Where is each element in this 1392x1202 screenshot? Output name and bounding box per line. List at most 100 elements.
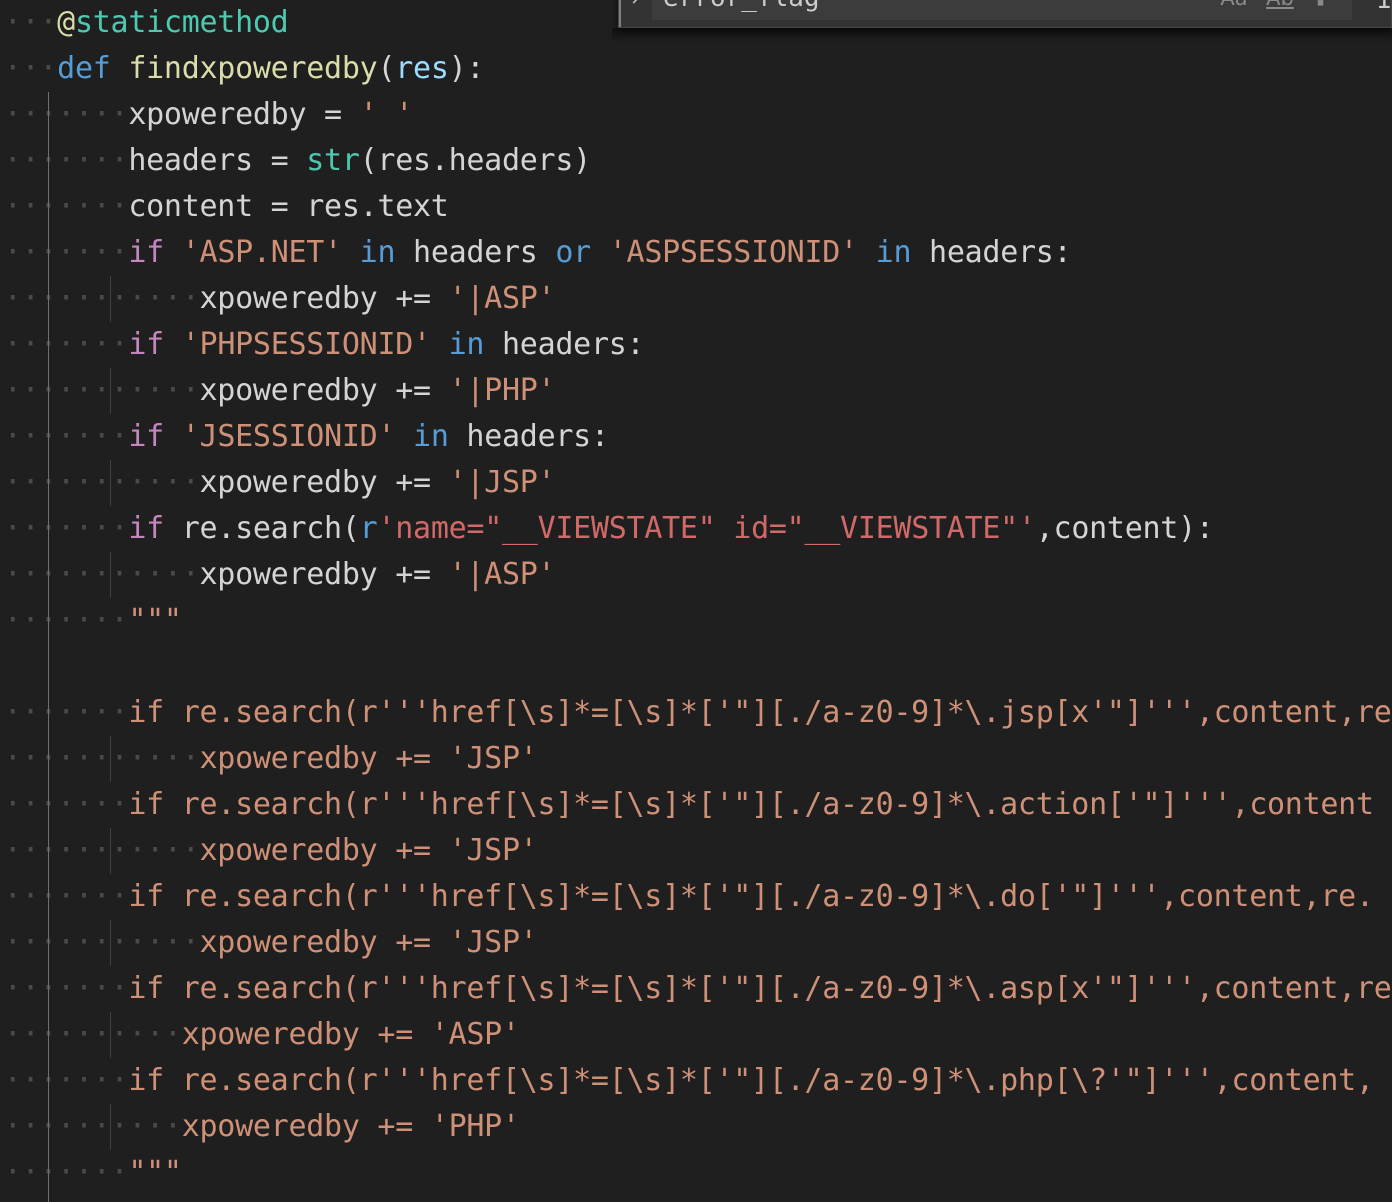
code-line[interactable]: ········if 'PHPSESSIONID' in headers: <box>0 322 1392 368</box>
code-token: str <box>306 143 360 178</box>
code-token: findxpoweredby <box>128 51 378 86</box>
whitespace-indicator: ············ <box>0 281 200 316</box>
whitespace-indicator: ········ <box>0 787 129 822</box>
code-line[interactable]: ········if re.search(r'''href[\s]*=[\s]*… <box>0 874 1392 920</box>
find-input-wrapper[interactable]: error_flag Aa Ab <box>652 0 1352 20</box>
code-token: '|PHP' <box>448 373 556 408</box>
code-token: xpoweredby += 'JSP' <box>199 741 538 776</box>
code-line[interactable]: ········if re.search(r'''href[\s]*=[\s]*… <box>0 690 1392 736</box>
code-token: 'PHPSESSIONID' <box>181 327 431 362</box>
whitespace-indicator: ············ <box>0 557 200 592</box>
whitespace-indicator: ········ <box>0 695 129 730</box>
code-token: 'name="__VIEWSTATE" id="__VIEWSTATE"' <box>377 511 1036 546</box>
code-token: if <box>128 235 164 270</box>
code-token: xpoweredby += <box>199 281 449 316</box>
code-token: headers: <box>911 235 1072 270</box>
whitespace-indicator: ········ <box>0 97 129 132</box>
code-token: ' ' <box>359 97 414 132</box>
code-line[interactable]: ········if re.search(r'''href[\s]*=[\s]*… <box>0 966 1392 1012</box>
code-line[interactable]: ········if re.search(r'''href[\s]*=[\s]*… <box>0 1058 1392 1104</box>
code-line[interactable]: ········""" <box>0 1150 1392 1196</box>
code-token: xpoweredby += 'JSP' <box>199 833 538 868</box>
code-line[interactable]: ············xpoweredby += '|JSP' <box>0 460 1392 506</box>
whitespace-indicator: ········ <box>0 189 129 224</box>
code-token: 'ASPSESSIONID' <box>608 235 858 270</box>
code-line[interactable]: ····def findxpoweredby(res): <box>0 46 1392 92</box>
whitespace-indicator: ········ <box>0 143 129 178</box>
code-token: headers: <box>484 327 645 362</box>
code-token: ): <box>448 51 485 86</box>
code-line[interactable]: ···········xpoweredby += 'PHP' <box>0 1104 1392 1150</box>
find-input[interactable]: error_flag <box>653 0 1217 13</box>
code-line[interactable]: ········headers = str(res.headers) <box>0 138 1392 184</box>
code-line[interactable]: ············xpoweredby += 'JSP' <box>0 920 1392 966</box>
code-line[interactable]: ············xpoweredby += 'JSP' <box>0 736 1392 782</box>
code-line[interactable]: ········if 'JSESSIONID' in headers: <box>0 414 1392 460</box>
whitespace-indicator: ········ <box>0 1063 129 1098</box>
use-regex-icon[interactable] <box>1309 0 1343 15</box>
code-line[interactable]: ········""" <box>0 598 1392 644</box>
whitespace-indicator: ··········· <box>0 1109 182 1144</box>
toggle-replace-chevron-right-icon[interactable] <box>623 0 649 28</box>
code-token: r <box>359 511 378 546</box>
code-token: or <box>555 235 591 270</box>
code-line[interactable] <box>0 1196 1392 1202</box>
code-line[interactable]: ········if re.search(r'''href[\s]*=[\s]*… <box>0 782 1392 828</box>
code-token: '|JSP' <box>448 465 556 500</box>
code-line[interactable]: ············xpoweredby += '|ASP' <box>0 552 1392 598</box>
code-line[interactable]: ············xpoweredby += '|ASP' <box>0 276 1392 322</box>
code-line[interactable]: ········content = res.text <box>0 184 1392 230</box>
code-token: (res.headers) <box>359 143 592 178</box>
match-case-icon[interactable]: Aa <box>1217 0 1251 15</box>
whitespace-indicator: ············ <box>0 373 200 408</box>
whitespace-indicator: ············ <box>0 833 200 868</box>
whitespace-indicator: ············ <box>0 925 200 960</box>
whitespace-indicator: ········ <box>0 603 129 638</box>
code-token: xpoweredby += 'PHP' <box>181 1109 520 1144</box>
whitespace-indicator: ········ <box>0 1155 129 1190</box>
whitespace-indicator: ········ <box>0 327 129 362</box>
whitespace-indicator: ············ <box>0 465 200 500</box>
whitespace-indicator: ··········· <box>0 1017 182 1052</box>
code-line[interactable]: ········if re.search(r'name="__VIEWSTATE… <box>0 506 1392 552</box>
code-line[interactable] <box>0 644 1392 690</box>
code-token: ( <box>377 51 396 86</box>
whitespace-indicator: ········ <box>0 419 129 454</box>
code-token: def <box>57 51 111 86</box>
code-token: in <box>359 235 396 270</box>
code-token: if <box>128 511 164 546</box>
code-token: if <box>128 419 164 454</box>
find-widget[interactable]: error_flag Aa Ab 1 中的 1 <box>618 0 1392 28</box>
code-token: staticmethod <box>74 5 289 40</box>
code-line[interactable]: ···········xpoweredby += 'ASP' <box>0 1012 1392 1058</box>
whitespace-indicator: ········ <box>0 971 129 1006</box>
code-token: '|ASP' <box>448 281 556 316</box>
code-token: @ <box>57 5 75 40</box>
whitespace-indicator: ···· <box>0 5 58 40</box>
code-token: '|ASP' <box>448 557 556 592</box>
code-line[interactable]: ············xpoweredby += '|PHP' <box>0 368 1392 414</box>
find-option-buttons: Aa Ab <box>1217 0 1351 15</box>
find-widget-accent-bar <box>619 0 621 27</box>
code-token: 'JSESSIONID' <box>181 419 396 454</box>
code-token: xpoweredby += <box>199 557 449 592</box>
match-whole-word-icon[interactable]: Ab <box>1263 0 1297 15</box>
code-token: xpoweredby = <box>128 97 360 132</box>
find-results-count: 1 中的 1 <box>1376 0 1392 16</box>
code-line[interactable]: ············xpoweredby += 'JSP' <box>0 828 1392 874</box>
whitespace-indicator: ············ <box>0 741 200 776</box>
whitespace-indicator: ········ <box>0 879 129 914</box>
code-token: re.search( <box>163 511 360 546</box>
code-token: xpoweredby += <box>199 465 449 500</box>
code-token: ,content): <box>1035 511 1214 546</box>
code-token: xpoweredby += <box>199 373 449 408</box>
code-token: if <box>128 327 164 362</box>
code-line[interactable]: ········xpoweredby = ' ' <box>0 92 1392 138</box>
whitespace-indicator: ···· <box>0 51 58 86</box>
code-content-area[interactable]: ····@staticmethod····def findxpoweredby(… <box>0 0 1392 1202</box>
code-line[interactable]: ········if 'ASP.NET' in headers or 'ASPS… <box>0 230 1392 276</box>
